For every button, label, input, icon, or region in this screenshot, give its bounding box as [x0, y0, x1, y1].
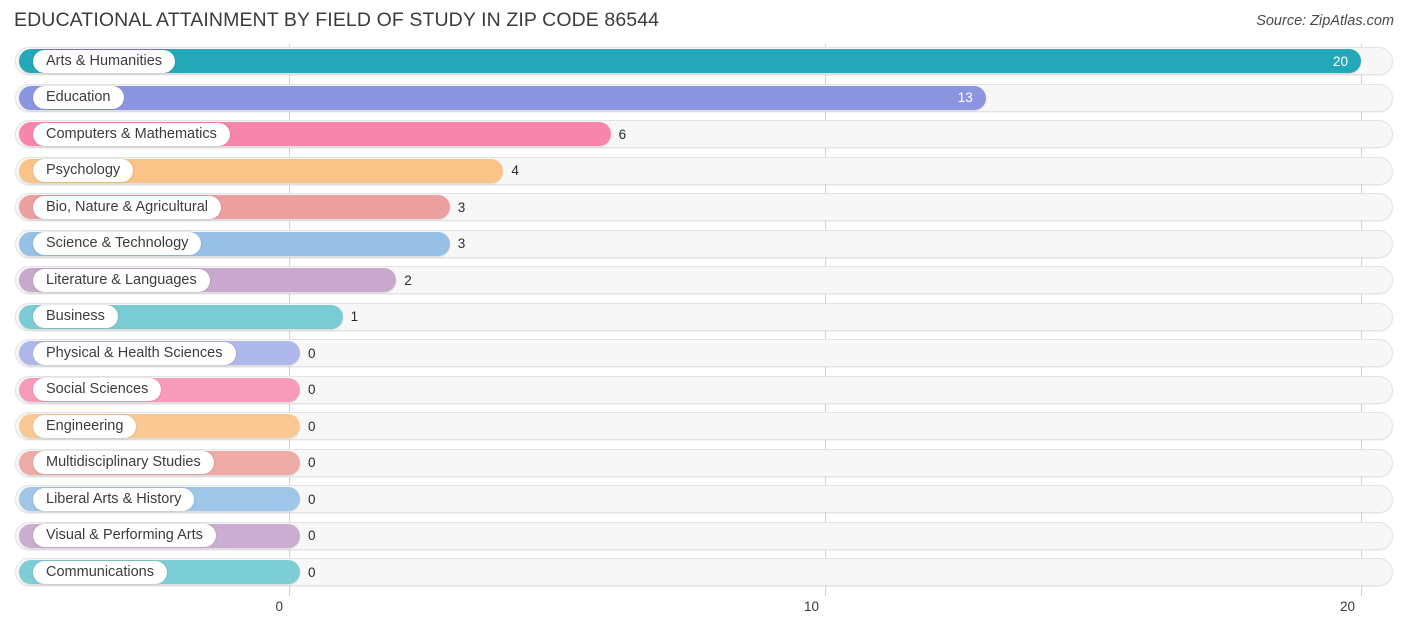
category-label: Liberal Arts & History	[46, 490, 182, 507]
bar-value-label: 0	[308, 418, 316, 434]
bar-row[interactable]: Arts & Humanities 20	[0, 44, 1406, 81]
category-label-pill: Social Sciences	[33, 378, 162, 401]
category-label: Science & Technology	[46, 235, 189, 252]
bar-value-label: 0	[308, 491, 316, 507]
category-label-pill: Physical & Health Sciences	[33, 341, 236, 365]
source-attribution: Source: ZipAtlas.com	[1256, 13, 1394, 29]
bar-value-label: 6	[618, 126, 627, 142]
category-label: Psychology	[46, 162, 121, 179]
bar-value-label: 20	[1332, 53, 1348, 69]
category-label: Bio, Nature & Agricultural	[46, 198, 208, 215]
bar-row[interactable]: Business 1	[0, 300, 1406, 337]
bar-value-label: 0	[308, 528, 316, 543]
plot-area: Arts & Humanities 20 Education 13 Computers …	[0, 44, 1406, 596]
bar-value-label: 1	[350, 309, 359, 324]
bar-value-label: 0	[308, 564, 316, 580]
bar-row[interactable]: Engineering 0	[0, 409, 1406, 446]
category-label: Visual & Performing Arts	[46, 527, 203, 544]
x-tick-label: 0	[275, 599, 283, 614]
page-title: EDUCATIONAL ATTAINMENT BY FIELD OF STUDY…	[14, 9, 660, 31]
bar-row[interactable]: Literature & Languages 2	[0, 263, 1406, 300]
bar-value-label: 4	[511, 163, 519, 178]
category-label: Education	[46, 89, 111, 106]
category-label: Communications	[46, 563, 154, 580]
chart-header: EDUCATIONAL ATTAINMENT BY FIELD OF STUDY…	[0, 0, 1406, 44]
bar-row[interactable]: Liberal Arts & History 0	[0, 482, 1406, 519]
category-label: Engineering	[46, 417, 124, 434]
bar-row[interactable]: Social Sciences 0	[0, 373, 1406, 410]
bar-value-label: 2	[404, 272, 412, 288]
category-label: Social Sciences	[46, 381, 149, 398]
bar-row[interactable]: Bio, Nature & Agricultural 3	[0, 190, 1406, 227]
bar-value-label: 0	[308, 345, 316, 361]
category-label-pill: Multidisciplinary Studies	[33, 451, 214, 474]
bar-row[interactable]: Computers & Mathematics 6	[0, 117, 1406, 154]
category-label: Computers & Mathematics	[46, 125, 217, 142]
category-label-pill: Science & Technology	[33, 232, 202, 255]
bar-row[interactable]: Physical & Health Sciences 0	[0, 336, 1406, 373]
category-label: Multidisciplinary Studies	[46, 454, 201, 471]
category-label-pill: Education	[33, 86, 124, 109]
category-label-pill: Bio, Nature & Agricultural	[33, 195, 221, 219]
category-label-pill: Arts & Humanities	[33, 49, 176, 73]
bar-fill	[19, 49, 1361, 73]
category-label-pill: Engineering	[33, 414, 137, 438]
chart-page: EDUCATIONAL ATTAINMENT BY FIELD OF STUDY…	[0, 0, 1406, 631]
category-label: Arts & Humanities	[46, 52, 163, 69]
bar-fill	[19, 85, 986, 110]
bar-row[interactable]: Multidisciplinary Studies 0	[0, 446, 1406, 483]
category-label-pill: Psychology	[33, 159, 134, 182]
category-label-pill: Visual & Performing Arts	[33, 524, 216, 547]
bar-row[interactable]: Science & Technology 3	[0, 227, 1406, 264]
category-label-pill: Communications	[33, 560, 167, 584]
category-label-pill: Computers & Mathematics	[33, 122, 230, 146]
x-tick-label: 20	[1339, 599, 1355, 614]
bar-row[interactable]: Visual & Performing Arts 0	[0, 519, 1406, 556]
x-axis: 0 10 20	[0, 596, 1406, 631]
bar-value-label: 3	[457, 199, 466, 215]
bar-row[interactable]: Education 13	[0, 81, 1406, 118]
category-label: Physical & Health Sciences	[46, 344, 223, 361]
bar-value-label: 0	[308, 455, 316, 470]
bar-value-label: 3	[457, 236, 466, 251]
category-label: Business	[46, 308, 105, 325]
category-label-pill: Liberal Arts & History	[33, 487, 195, 511]
bar-value-label: 13	[957, 90, 973, 105]
category-label: Literature & Languages	[46, 271, 197, 288]
x-tick-label: 10	[803, 599, 819, 614]
category-label-pill: Business	[33, 305, 118, 328]
bar-value-label: 0	[308, 382, 316, 397]
bar-row[interactable]: Communications 0	[0, 555, 1406, 592]
category-label-pill: Literature & Languages	[33, 268, 210, 292]
bar-row[interactable]: Psychology 4	[0, 154, 1406, 191]
bar-rows: Arts & Humanities 20 Education 13 Computers …	[0, 44, 1406, 592]
